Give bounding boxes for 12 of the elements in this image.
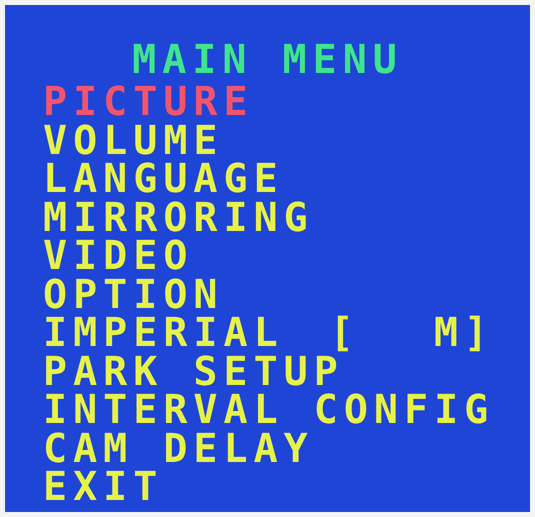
- menu-item[interactable]: PARK SETUP: [43, 352, 530, 391]
- menu-item[interactable]: OPTION: [43, 276, 530, 314]
- menu-item[interactable]: LANGUAGE: [43, 160, 530, 198]
- item-label: IMPERIAL: [43, 314, 284, 352]
- menu-item[interactable]: EXIT: [43, 468, 530, 506]
- menu-item[interactable]: INTERVAL CONFIG: [43, 391, 530, 430]
- menu-title: MAIN MENU: [131, 37, 404, 83]
- menu-item[interactable]: CAM DELAY: [43, 430, 530, 468]
- menu-item[interactable]: VOLUME: [43, 122, 530, 160]
- menu-item[interactable]: VIDEO: [43, 237, 530, 276]
- menu-item[interactable]: MIRRORING: [43, 198, 530, 237]
- setting-value: [ M]: [330, 314, 494, 352]
